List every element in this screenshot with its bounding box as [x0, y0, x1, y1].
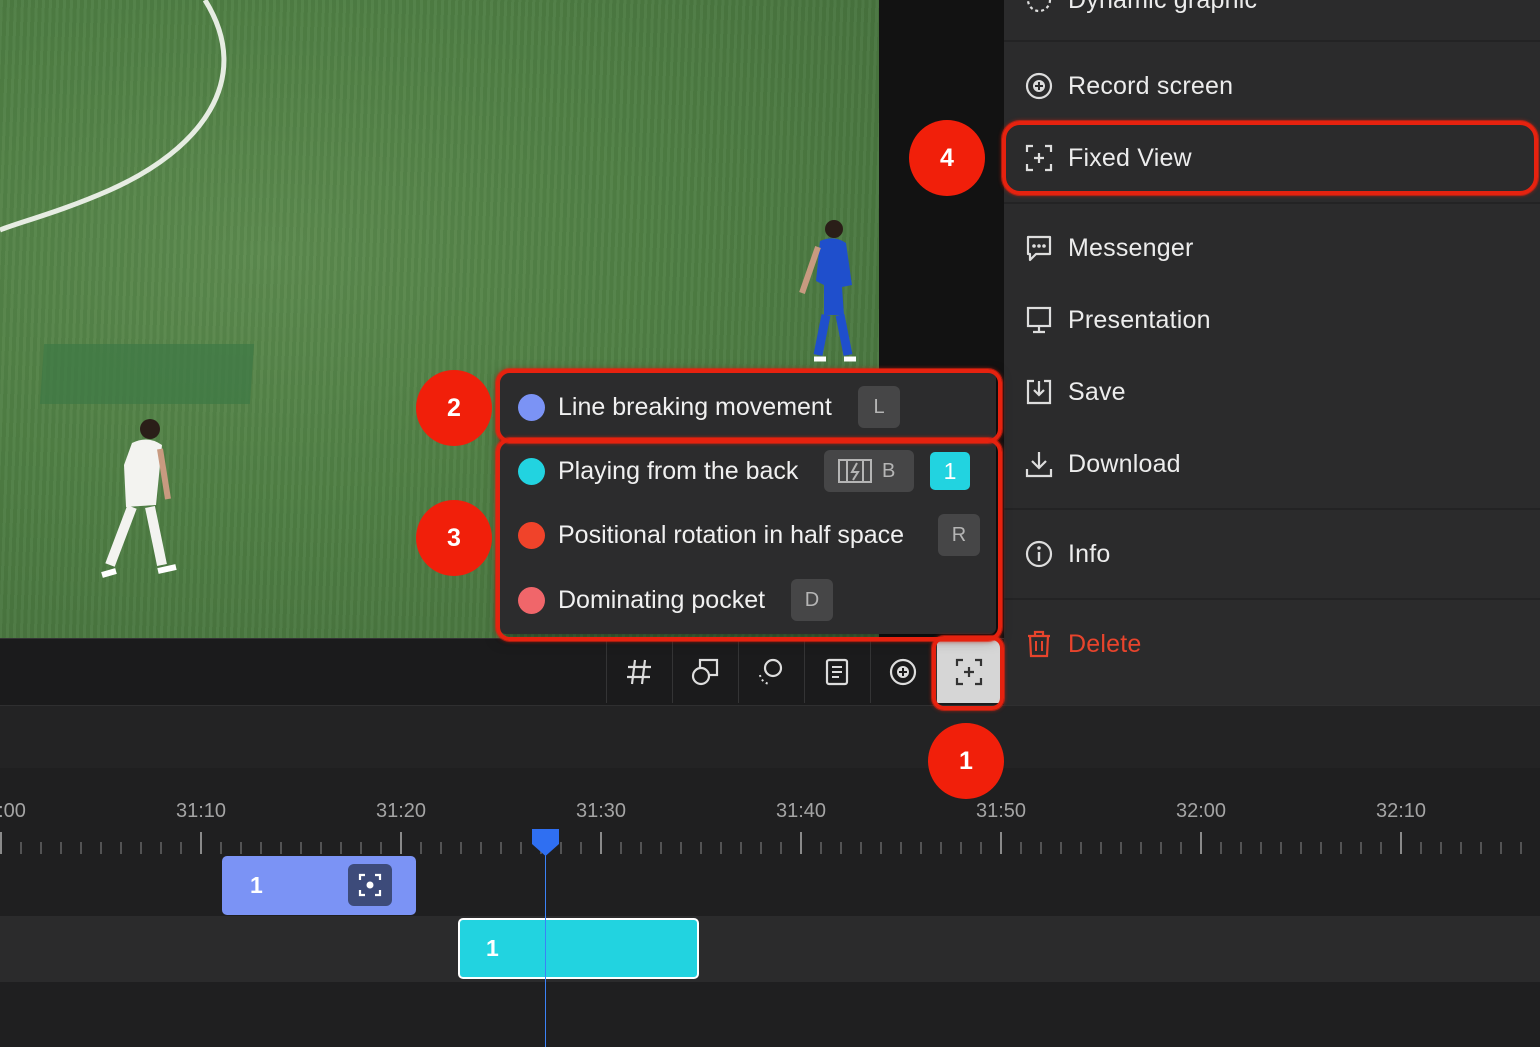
tick-label: 31:10: [175, 800, 227, 822]
tick-label: 31:30: [575, 800, 627, 822]
info-icon: [1022, 537, 1056, 571]
menu-label: Info: [1068, 539, 1111, 568]
menu-item-dynamic-graphic[interactable]: Dynamic graphic: [1004, 0, 1540, 30]
menu-divider: [1004, 598, 1540, 600]
tick-label: 32:00: [1175, 800, 1227, 822]
tick-label: 31:20: [375, 800, 427, 822]
timeline-track: [0, 982, 1540, 1047]
menu-item-presentation[interactable]: Presentation: [1004, 290, 1540, 350]
menu-item-delete[interactable]: Delete: [1004, 614, 1540, 674]
menu-item-download[interactable]: Download: [1004, 434, 1540, 494]
tick-label: 31:50: [975, 800, 1027, 822]
save-icon: [1022, 375, 1056, 409]
focus-icon[interactable]: [348, 864, 392, 906]
highlight-outline: [496, 438, 1002, 641]
menu-item-info[interactable]: Info: [1004, 524, 1540, 584]
messenger-icon: [1022, 231, 1056, 265]
menu-item-save[interactable]: Save: [1004, 362, 1540, 422]
annotation-badge: 1: [928, 723, 1004, 799]
player-blue: [799, 220, 856, 362]
ruler-ticks: [0, 832, 1522, 854]
drawn-zone-rectangle: [39, 344, 255, 404]
playhead-line: [545, 840, 546, 1047]
highlight-outline: [496, 369, 1002, 443]
shapes-icon: [691, 658, 719, 685]
menu-label: Dynamic graphic: [1068, 0, 1257, 15]
dynamic-graphic-button[interactable]: [738, 640, 803, 703]
dynamic-graphic-icon: [1022, 0, 1056, 17]
record-screen-icon: [1022, 69, 1056, 103]
hashtag-button[interactable]: [606, 640, 671, 703]
menu-label: Record screen: [1068, 71, 1234, 100]
tick-label: :00: [0, 800, 26, 822]
tick-label: 31:40: [775, 800, 827, 822]
annotation-badge: 4: [909, 120, 985, 196]
player-white: [101, 419, 177, 578]
menu-divider: [1004, 508, 1540, 510]
download-icon: [1022, 447, 1056, 481]
playhead-handle[interactable]: [530, 827, 561, 857]
menu-label: Delete: [1068, 629, 1142, 658]
trash-icon: [1022, 627, 1056, 661]
menu-item-messenger[interactable]: Messenger: [1004, 218, 1540, 278]
clip-label: 1: [250, 872, 263, 898]
annotation-badge: 2: [416, 370, 492, 446]
annotation-badge: 3: [416, 500, 492, 576]
menu-label: Download: [1068, 449, 1181, 478]
clip-label: 1: [486, 935, 499, 961]
menu-label: Save: [1068, 377, 1126, 406]
timeline-header: [0, 705, 1540, 769]
notes-button[interactable]: [804, 640, 869, 703]
shapes-button[interactable]: [672, 640, 737, 703]
timeline-track: [0, 916, 1540, 982]
record-icon: [889, 658, 917, 685]
highlight-outline: [932, 636, 1004, 710]
menu-label: Messenger: [1068, 233, 1194, 262]
hashtag-icon: [627, 659, 651, 684]
notes-icon: [825, 658, 849, 685]
tick-label: 32:10: [1375, 800, 1427, 822]
presentation-icon: [1022, 303, 1056, 337]
dynamic-graphic-icon: [759, 658, 783, 685]
timeline-clip[interactable]: 1: [222, 856, 416, 915]
menu-divider: [1004, 40, 1540, 42]
highlight-outline: [1002, 121, 1538, 195]
menu-divider: [1004, 202, 1540, 204]
timeline-ruler[interactable]: [0, 768, 1540, 856]
record-button[interactable]: [870, 640, 935, 703]
menu-item-record-screen[interactable]: Record screen: [1004, 56, 1540, 116]
menu-label: Presentation: [1068, 305, 1211, 334]
timeline-clip[interactable]: 1: [458, 918, 699, 979]
